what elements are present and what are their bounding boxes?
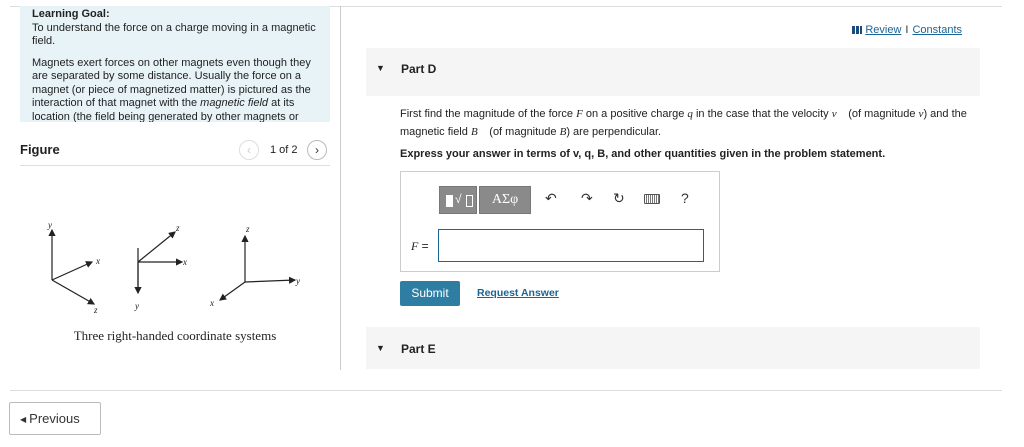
redo-icon[interactable]: ↷	[581, 190, 593, 207]
coordinate-systems-figure: y x z z x y z y x	[47, 220, 300, 315]
review-icon	[852, 26, 863, 35]
request-answer-link[interactable]: Request Answer	[477, 287, 559, 299]
axis-line	[51, 279, 96, 305]
axis-line	[244, 276, 297, 284]
axis-label: x	[209, 298, 214, 308]
axis-label: x	[182, 257, 187, 267]
learning-goal-paragraph: Magnets exert forces on other magnets ev…	[32, 56, 311, 123]
axis-label: z	[175, 223, 180, 233]
constants-link[interactable]: Constants	[912, 24, 962, 36]
template-box-icon	[446, 195, 453, 207]
previous-label: Previous	[29, 411, 80, 426]
figure-caption: Three right-handed coordinate systems	[73, 328, 277, 343]
part-d-header[interactable]: ▼ Part D	[366, 48, 980, 96]
resource-links: Review I Constants	[852, 24, 962, 36]
answer-editor: √ ΑΣφ ↶ ↷ ↻ ? F =	[400, 171, 720, 272]
undo-icon[interactable]: ↶	[545, 190, 557, 207]
axis-line	[137, 231, 176, 263]
axis-label: x	[95, 256, 100, 266]
axis-label: y	[134, 301, 139, 311]
templates-button[interactable]: √	[439, 186, 477, 214]
figure-next-button[interactable]: ›	[307, 140, 327, 160]
learning-goal-text: To understand the force on a charge movi…	[32, 21, 316, 48]
caret-left-icon: ◀	[20, 415, 27, 425]
part-e-header[interactable]: ▼ Part E	[366, 327, 980, 369]
greek-symbols-button[interactable]: ΑΣφ	[479, 186, 531, 214]
bottom-divider	[10, 390, 1002, 391]
axis-label: y	[47, 220, 52, 230]
answer-label: F =	[411, 239, 429, 253]
axis-line	[51, 261, 94, 281]
sqrt-icon: √	[455, 192, 462, 206]
axis-line	[219, 281, 246, 301]
previous-button[interactable]: ◀ Previous	[9, 402, 101, 435]
template-box-icon	[466, 195, 473, 207]
part-d-title: Part D	[401, 62, 437, 76]
link-separator: I	[905, 24, 909, 36]
learning-goal-panel[interactable]: Learning Goal: To understand the force o…	[20, 6, 330, 122]
figure-page-count: 1 of 2	[270, 144, 298, 156]
part-d-instruction: Express your answer in terms of v, q, B,…	[400, 148, 886, 160]
figure-title: Figure	[20, 142, 60, 157]
part-e-title: Part E	[401, 342, 436, 356]
answer-input[interactable]	[438, 229, 704, 262]
keyboard-icon[interactable]	[644, 194, 660, 204]
help-button[interactable]: ?	[681, 190, 689, 206]
axis-label: z	[245, 224, 250, 234]
collapse-triangle-icon: ▼	[376, 63, 385, 73]
collapse-triangle-icon: ▼	[376, 343, 385, 353]
submit-button[interactable]: Submit	[400, 281, 460, 306]
reset-icon[interactable]: ↻	[613, 190, 625, 207]
figure-header: Figure ‹ 1 of 2 ›	[20, 138, 330, 166]
axis-label: y	[295, 276, 300, 286]
figure-prev-button[interactable]: ‹	[239, 140, 259, 160]
column-divider	[340, 6, 341, 370]
part-d-question: First find the magnitude of the force F …	[400, 108, 967, 138]
axis-label: z	[93, 305, 98, 315]
review-link[interactable]: Review	[865, 24, 901, 36]
learning-goal-title: Learning Goal:	[32, 8, 110, 20]
